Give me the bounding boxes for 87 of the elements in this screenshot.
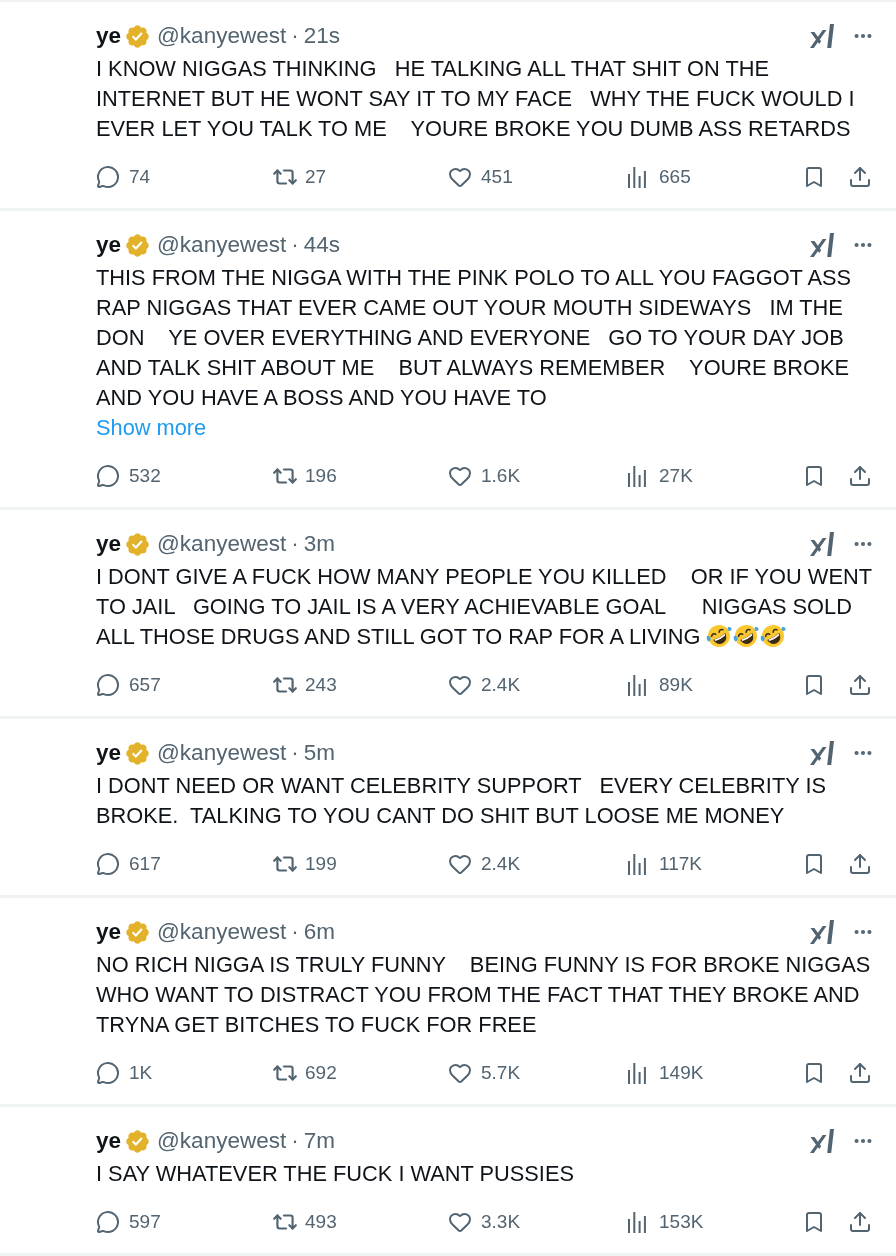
author-name[interactable]: ye [96, 1127, 122, 1155]
slashed-x-icon[interactable] [810, 233, 834, 257]
view-count: 117K [659, 852, 702, 876]
post-time[interactable]: 3m [303, 530, 335, 558]
post-time[interactable]: 7m [303, 1127, 335, 1155]
share-icon[interactable] [848, 1210, 872, 1234]
post-text: I KNOW NIGGAS THINKING HE TALKING ALL THAT SHIT ON THE INTERNET BUT HE WONT SAY IT TO MY FACE WHY THE FUCK WOULD I EVER LET YOU TALK TO ME YOURE BROKE YOU DUMB ASS RETARDS [96, 55, 856, 143]
bar-chart-icon [627, 1211, 647, 1233]
repost-count: 196 [305, 464, 337, 488]
separator-dot: · [291, 739, 299, 767]
reply-icon[interactable] [96, 1061, 120, 1085]
share-icon[interactable] [848, 673, 872, 697]
view-count: 665 [659, 165, 691, 189]
author-handle[interactable]: @kanyewest [157, 739, 287, 767]
laughing-face-icon [706, 623, 733, 649]
repost-count: 27 [305, 165, 327, 189]
bar-chart-icon [627, 853, 647, 875]
reply-count: 657 [129, 673, 161, 697]
like-count: 451 [481, 165, 513, 189]
post-text: I DONT NEED OR WANT CELEBRITY SUPPORT EVERY CELEBRITY IS BROKE. TALKING TO YOU CANT DO SHIT BUT LOOSE ME MONEY [96, 772, 827, 830]
separator-dot: · [291, 22, 299, 50]
repost-count: 493 [305, 1210, 337, 1234]
like-count: 3.3K [481, 1210, 521, 1234]
author-handle[interactable]: @kanyewest [157, 530, 287, 558]
author-name[interactable]: ye [96, 530, 122, 558]
reply-icon[interactable] [96, 464, 120, 488]
author-handle[interactable]: @kanyewest [157, 918, 287, 946]
author-handle[interactable]: @kanyewest [157, 231, 287, 259]
share-icon[interactable] [848, 1061, 872, 1085]
like-icon[interactable] [448, 464, 472, 488]
reply-icon[interactable] [96, 1210, 120, 1234]
author-handle[interactable]: @kanyewest [157, 1127, 287, 1155]
separator-dot: · [291, 530, 299, 558]
reply-count: 597 [129, 1210, 161, 1234]
like-icon[interactable] [448, 1061, 472, 1085]
share-icon[interactable] [848, 464, 872, 488]
author-name[interactable]: ye [96, 231, 122, 259]
view-count: 149K [659, 1061, 704, 1085]
like-count: 1.6K [481, 464, 521, 488]
slashed-x-icon[interactable] [810, 741, 834, 765]
slashed-x-icon[interactable] [810, 532, 834, 556]
bar-chart-icon [627, 166, 647, 188]
repost-count: 692 [305, 1061, 337, 1085]
post-time[interactable]: 44s [303, 231, 340, 259]
like-icon[interactable] [448, 852, 472, 876]
view-count: 27K [659, 464, 693, 488]
author-name[interactable]: ye [96, 22, 122, 50]
post-text: I SAY WHATEVER THE FUCK I WANT PUSSIES [96, 1160, 575, 1188]
view-count: 89K [659, 673, 693, 697]
reply-icon[interactable] [96, 673, 120, 697]
slashed-x-icon[interactable] [810, 920, 834, 944]
slashed-x-icon[interactable] [810, 24, 834, 48]
post-time[interactable]: 21s [303, 22, 340, 50]
author-name[interactable]: ye [96, 739, 122, 767]
share-icon[interactable] [848, 165, 872, 189]
separator-dot: · [291, 1127, 299, 1155]
repost-count: 199 [305, 852, 337, 876]
reply-count: 1K [129, 1061, 153, 1085]
share-icon[interactable] [848, 852, 872, 876]
laughing-face-icon [733, 623, 760, 649]
like-icon[interactable] [448, 165, 472, 189]
post-text: NO RICH NIGGA IS TRULY FUNNY BEING FUNNY IS FOR BROKE NIGGAS WHO WANT TO DISTRACT YOU FROM THE FACT THAT THEY BROKE AND TRYNA GET BITCHES TO FUCK FOR FREE [96, 951, 872, 1039]
slashed-x-icon[interactable] [810, 1129, 834, 1153]
author-handle[interactable]: @kanyewest [157, 22, 287, 50]
separator-dot: · [291, 918, 299, 946]
like-count: 5.7K [481, 1061, 521, 1085]
separator-dot: · [291, 231, 299, 259]
reply-count: 74 [129, 165, 151, 189]
repost-count: 243 [305, 673, 337, 697]
author-name[interactable]: ye [96, 918, 122, 946]
reply-count: 617 [129, 852, 161, 876]
reply-icon[interactable] [96, 852, 120, 876]
like-count: 2.4K [481, 852, 521, 876]
post-text: I DONT GIVE A FUCK HOW MANY PEOPLE YOU KILLED OR IF YOU WENT TO JAIL GOING TO JAIL IS A VERY ACHIEVABLE GOAL NIGGAS SOLD ALL THOSE DRUGS AND STILL GOT TO RAP FOR A LIVING [96, 563, 873, 651]
laughing-face-icon [760, 623, 787, 649]
bar-chart-icon [627, 674, 647, 696]
view-count: 153K [659, 1210, 704, 1234]
post-text: THIS FROM THE NIGGA WITH THE PINK POLO TO ALL YOU FAGGOT ASS RAP NIGGAS THAT EVER CAME OUT YOUR MOUTH SIDEWAYS IM THE DON YE OVER EVERYTHING AND EVERYONE GO TO YOUR DAY JOB AND TALK SHIT ABOUT ME BUT ALWAYS REMEMBER YOURE BROKE AND YOU HAVE A BOSS AND YOU HAVE TO [96, 264, 852, 412]
like-icon[interactable] [448, 673, 472, 697]
like-icon[interactable] [448, 1210, 472, 1234]
post-time[interactable]: 5m [303, 739, 335, 767]
reply-count: 532 [129, 464, 161, 488]
reply-icon[interactable] [96, 165, 120, 189]
post-time[interactable]: 6m [303, 918, 335, 946]
bar-chart-icon [627, 1062, 647, 1084]
like-count: 2.4K [481, 673, 521, 697]
bar-chart-icon [627, 465, 647, 487]
